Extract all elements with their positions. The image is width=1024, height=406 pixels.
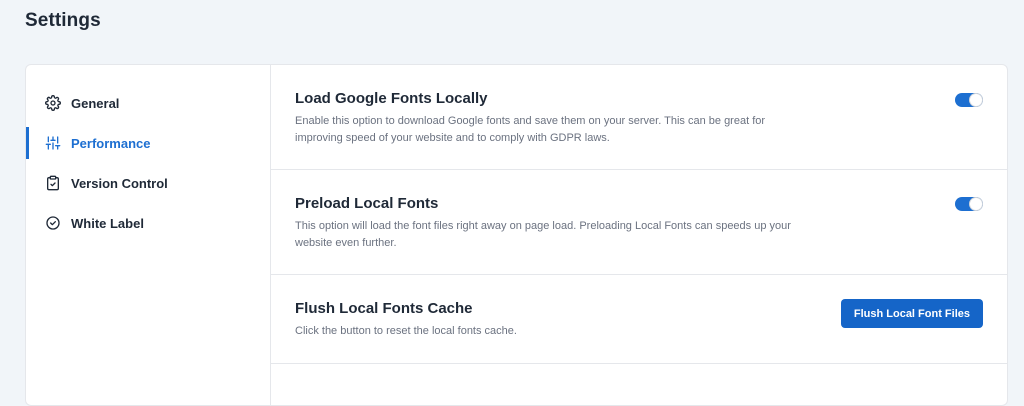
setting-description: Click the button to reset the local font…: [295, 325, 517, 337]
settings-panel: General Performance Version Control Whit…: [25, 64, 1008, 406]
settings-content: Load Google Fonts Locally Enable this op…: [271, 65, 1007, 405]
toggle-knob: [970, 94, 982, 106]
setting-title: Load Google Fonts Locally: [295, 90, 488, 107]
sidebar-item-general[interactable]: General: [26, 83, 270, 123]
sliders-icon: [44, 134, 62, 152]
setting-description: Enable this option to download Google fo…: [295, 115, 766, 144]
setting-row-preload-local-fonts: Preload Local Fonts This option will loa…: [271, 170, 1007, 275]
check-circle-icon: [44, 214, 62, 232]
setting-description: This option will load the font files rig…: [295, 220, 791, 249]
sidebar-item-performance[interactable]: Performance: [26, 123, 270, 163]
gear-icon: [44, 94, 62, 112]
setting-row-flush-cache: Flush Local Fonts Cache Click the button…: [271, 275, 1007, 364]
flush-local-font-files-button[interactable]: Flush Local Font Files: [840, 299, 983, 328]
clipboard-check-icon: [44, 174, 62, 192]
sidebar-item-version-control[interactable]: Version Control: [26, 163, 270, 203]
settings-sidebar: General Performance Version Control Whit…: [26, 65, 271, 405]
sidebar-item-label: Version Control: [71, 175, 168, 191]
setting-title: Preload Local Fonts: [295, 195, 439, 212]
load-google-fonts-toggle[interactable]: [955, 93, 983, 107]
sidebar-item-label: General: [71, 95, 120, 111]
setting-row-load-google-fonts: Load Google Fonts Locally Enable this op…: [271, 65, 1007, 170]
toggle-knob: [970, 198, 982, 210]
preload-local-fonts-toggle[interactable]: [955, 197, 983, 211]
sidebar-item-white-label[interactable]: White Label: [26, 203, 270, 243]
page-title: Settings: [25, 10, 101, 31]
sidebar-item-label: White Label: [71, 215, 144, 231]
sidebar-item-label: Performance: [71, 135, 151, 151]
